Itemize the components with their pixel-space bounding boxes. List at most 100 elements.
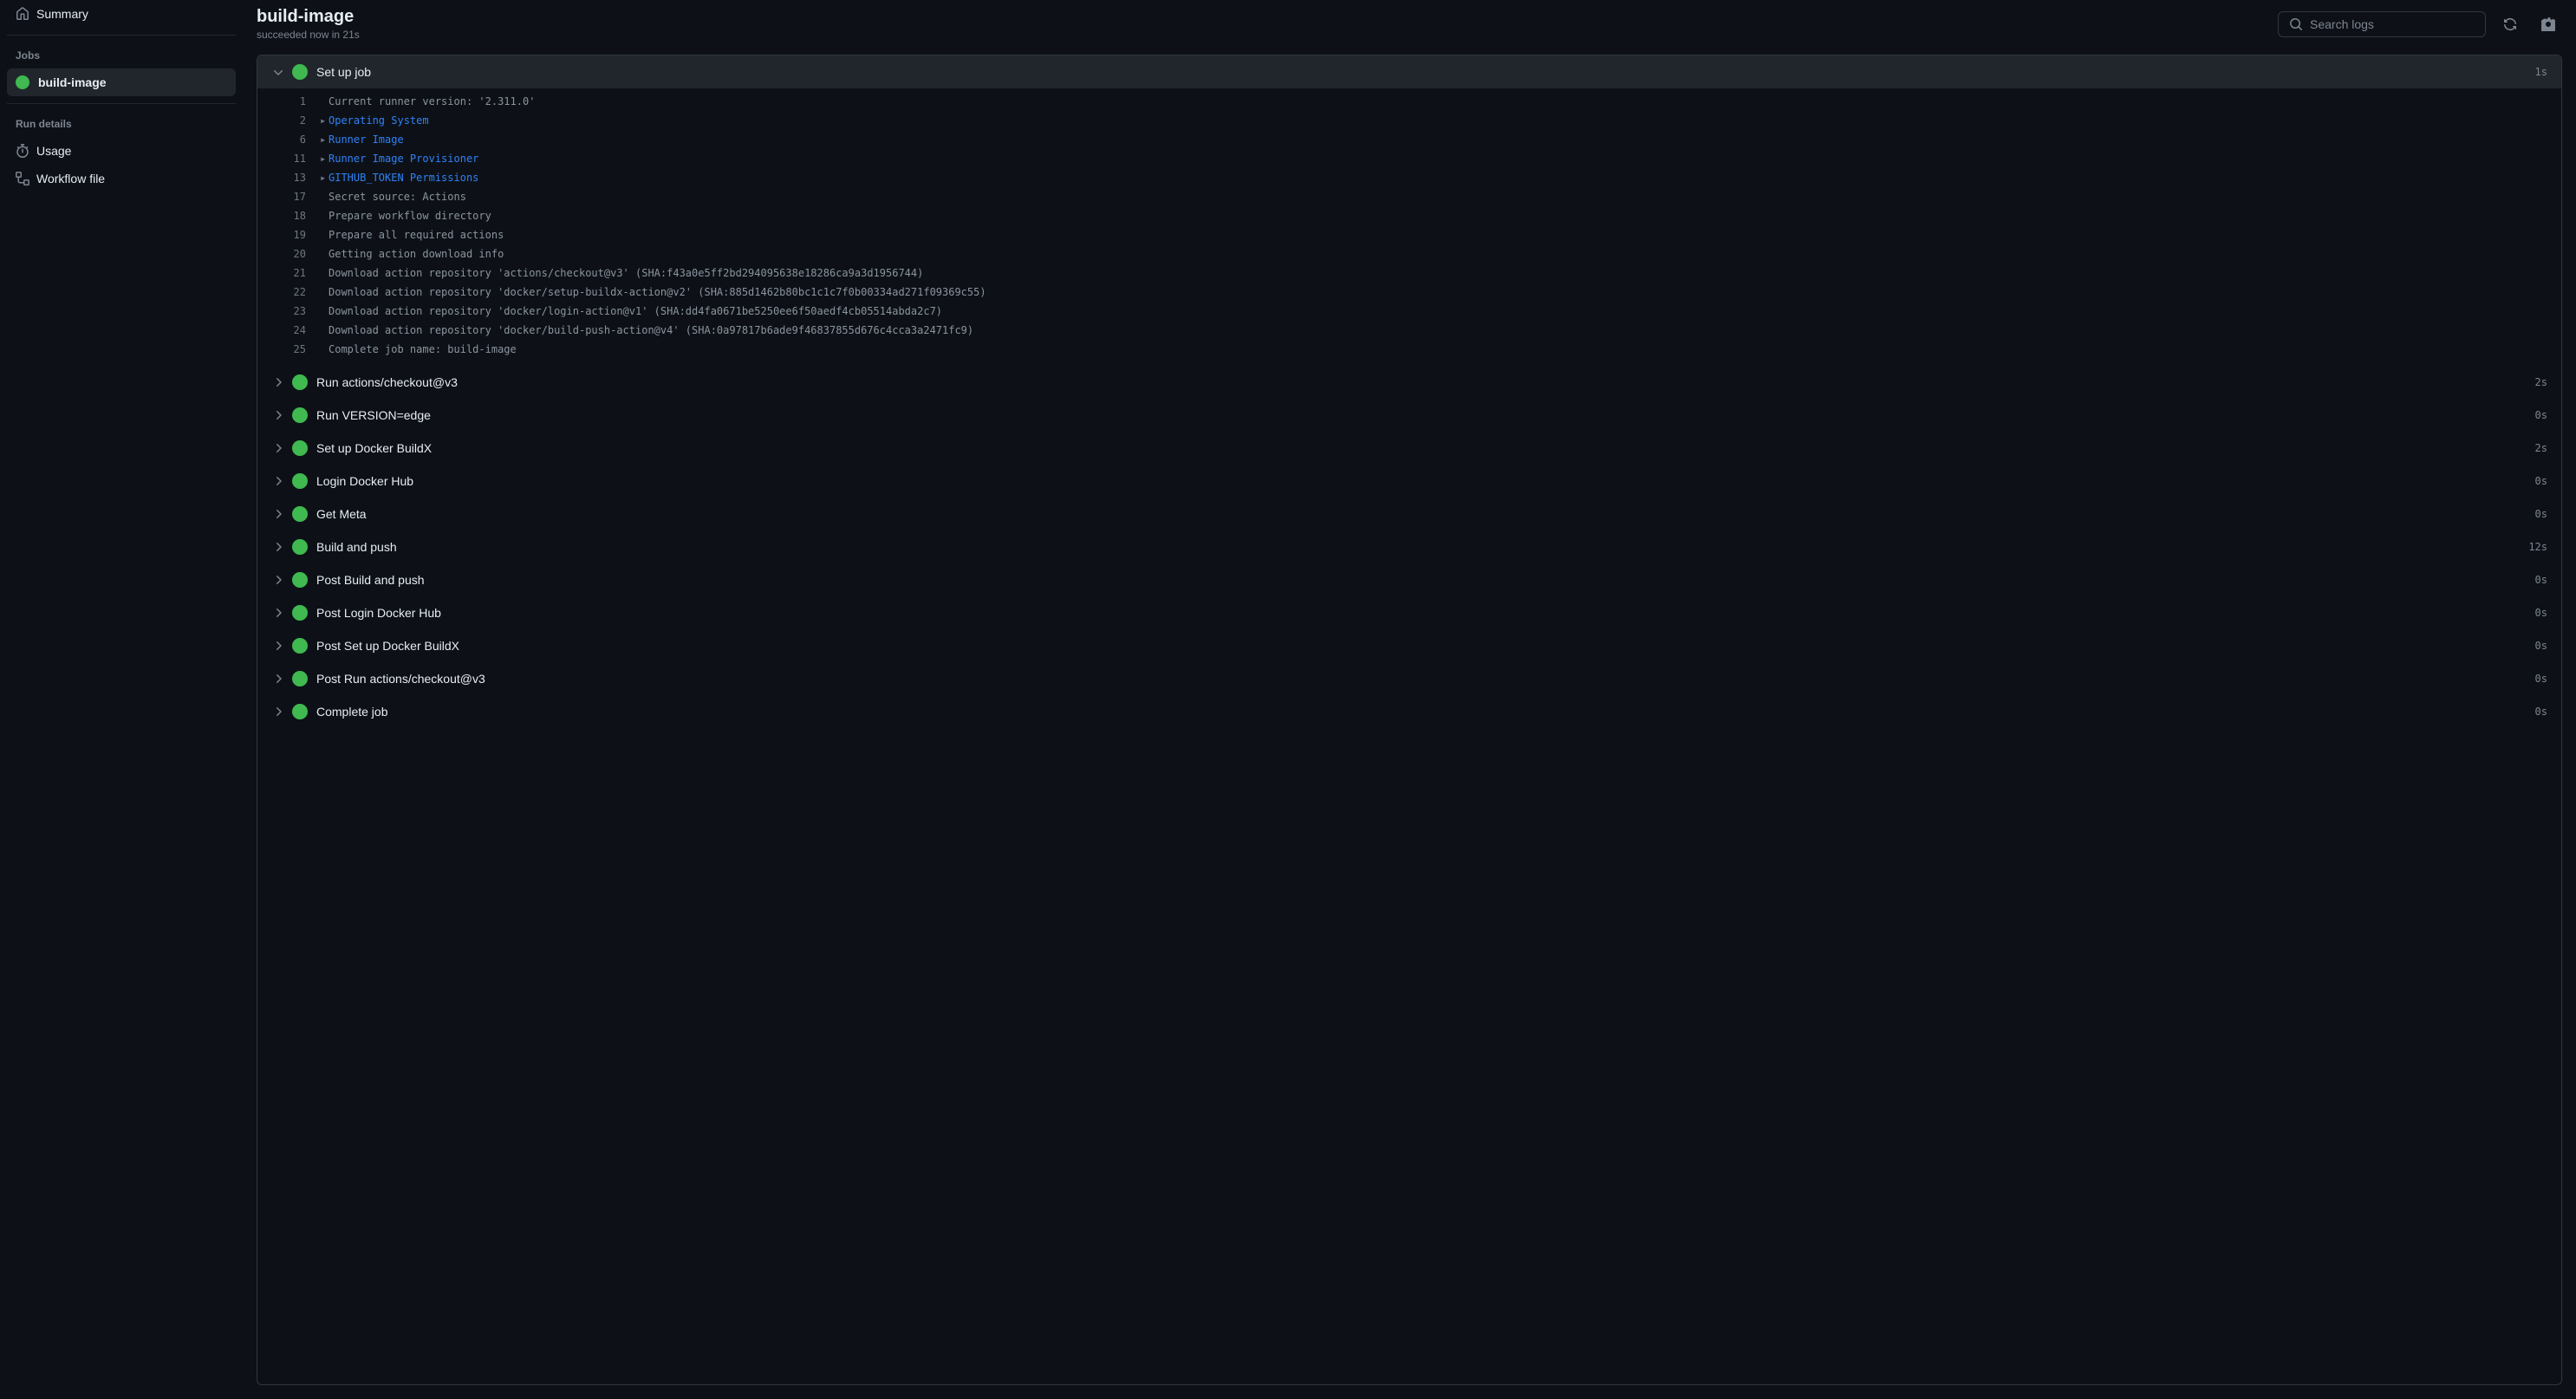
log-text: Download action repository 'docker/setup… xyxy=(329,283,986,301)
home-icon xyxy=(16,7,29,21)
step-post-build-and-push[interactable]: Post Build and push0s xyxy=(257,563,2561,596)
log-line[interactable]: 18 Prepare workflow directory xyxy=(257,206,2561,225)
check-circle-icon xyxy=(292,407,308,423)
step-name: Post Run actions/checkout@v3 xyxy=(316,672,2535,686)
step-set-up-job[interactable]: Set up job 1s xyxy=(257,55,2561,88)
log-caret xyxy=(320,207,329,224)
check-circle-icon xyxy=(16,75,29,89)
step-duration: 2s xyxy=(2535,376,2547,388)
log-line[interactable]: 2▸Operating System xyxy=(257,111,2561,130)
log-text: Complete job name: build-image xyxy=(329,341,517,358)
sidebar-job-build-image[interactable]: build-image xyxy=(7,68,236,96)
sidebar-item-summary[interactable]: Summary xyxy=(7,0,236,28)
log-caret[interactable]: ▸ xyxy=(320,112,329,129)
divider xyxy=(7,35,236,36)
chevron-right-icon xyxy=(271,606,285,620)
log-line[interactable]: 22Download action repository 'docker/set… xyxy=(257,283,2561,302)
log-caret xyxy=(320,245,329,263)
chevron-down-icon xyxy=(271,65,285,79)
step-login-docker-hub[interactable]: Login Docker Hub0s xyxy=(257,465,2561,498)
step-get-meta[interactable]: Get Meta0s xyxy=(257,498,2561,530)
line-number: 1 xyxy=(271,93,306,110)
check-circle-icon xyxy=(292,638,308,654)
check-circle-icon xyxy=(292,64,308,80)
header-right xyxy=(2278,10,2562,38)
step-post-set-up-docker-buildx[interactable]: Post Set up Docker BuildX0s xyxy=(257,629,2561,662)
check-circle-icon xyxy=(292,605,308,621)
check-circle-icon xyxy=(292,473,308,489)
check-circle-icon xyxy=(292,704,308,719)
workflow-file-label: Workflow file xyxy=(36,172,105,185)
log-line[interactable]: 13 ▸GITHUB_TOKEN Permissions xyxy=(257,168,2561,187)
check-circle-icon xyxy=(292,440,308,456)
step-duration: 0s xyxy=(2535,508,2547,520)
chevron-right-icon xyxy=(271,507,285,521)
step-name: Post Set up Docker BuildX xyxy=(316,639,2535,653)
log-caret xyxy=(320,188,329,205)
step-name: Get Meta xyxy=(316,507,2535,521)
log-line[interactable]: 17 Secret source: Actions xyxy=(257,187,2561,206)
chevron-right-icon xyxy=(271,573,285,587)
log-caret[interactable]: ▸ xyxy=(320,150,329,167)
log-text: Prepare workflow directory xyxy=(329,207,491,224)
step-post-run-actions-checkout-v3[interactable]: Post Run actions/checkout@v30s xyxy=(257,662,2561,695)
log-text: GITHUB_TOKEN Permissions xyxy=(329,169,478,186)
line-number: 13 xyxy=(271,169,306,186)
log-line[interactable]: 20Getting action download info xyxy=(257,244,2561,264)
log-line[interactable]: 1Current runner version: '2.311.0' xyxy=(257,92,2561,111)
step-set-up-docker-buildx[interactable]: Set up Docker BuildX2s xyxy=(257,432,2561,465)
log-line[interactable]: 25Complete job name: build-image xyxy=(257,340,2561,359)
log-caret xyxy=(320,341,329,358)
settings-button[interactable] xyxy=(2534,10,2562,38)
step-duration: 2s xyxy=(2535,442,2547,454)
step-name: Post Build and push xyxy=(316,573,2535,587)
log-text: Download action repository 'docker/build… xyxy=(329,322,973,339)
step-duration: 12s xyxy=(2528,541,2547,553)
log-line[interactable]: 6▸Runner Image xyxy=(257,130,2561,149)
log-text: Operating System xyxy=(329,112,429,129)
log-panel: Set up job 1s 1Current runner version: '… xyxy=(257,55,2562,1385)
step-complete-job[interactable]: Complete job0s xyxy=(257,695,2561,728)
step-run-actions-checkout-v3[interactable]: Run actions/checkout@v32s xyxy=(257,366,2561,399)
divider xyxy=(7,103,236,104)
main: build-image succeeded now in 21s Set up … xyxy=(243,0,2576,1399)
step-duration: 0s xyxy=(2535,706,2547,718)
search-input[interactable] xyxy=(2310,17,2475,31)
log-text: Runner Image xyxy=(329,131,404,148)
log-text: Secret source: Actions xyxy=(329,188,466,205)
line-number: 18 xyxy=(271,207,306,224)
gear-icon xyxy=(2541,17,2555,31)
step-post-login-docker-hub[interactable]: Post Login Docker Hub0s xyxy=(257,596,2561,629)
step-build-and-push[interactable]: Build and push12s xyxy=(257,530,2561,563)
line-number: 17 xyxy=(271,188,306,205)
step-name: Post Login Docker Hub xyxy=(316,606,2535,620)
log-caret xyxy=(320,226,329,244)
summary-label: Summary xyxy=(36,7,88,21)
log-lines: 1Current runner version: '2.311.0'2▸Oper… xyxy=(257,88,2561,366)
rerun-button[interactable] xyxy=(2496,10,2524,38)
log-caret[interactable]: ▸ xyxy=(320,131,329,148)
log-line[interactable]: 19Prepare all required actions xyxy=(257,225,2561,244)
sidebar: Summary Jobs build-image Run details Usa… xyxy=(0,0,243,1399)
check-circle-icon xyxy=(292,671,308,686)
sidebar-item-usage[interactable]: Usage xyxy=(7,137,236,165)
sync-icon xyxy=(2503,17,2517,31)
log-line[interactable]: 23Download action repository 'docker/log… xyxy=(257,302,2561,321)
log-line[interactable]: 21Download action repository 'actions/ch… xyxy=(257,264,2561,283)
step-duration: 0s xyxy=(2535,409,2547,421)
log-text: Prepare all required actions xyxy=(329,226,504,244)
log-caret xyxy=(320,283,329,301)
log-caret xyxy=(320,303,329,320)
log-line[interactable]: 11▸Runner Image Provisioner xyxy=(257,149,2561,168)
log-caret[interactable]: ▸ xyxy=(320,169,329,186)
search-box[interactable] xyxy=(2278,11,2486,37)
check-circle-icon xyxy=(292,506,308,522)
sidebar-item-workflow-file[interactable]: Workflow file xyxy=(7,165,236,192)
step-name: Run VERSION=edge xyxy=(316,408,2535,422)
step-name: Set up job xyxy=(316,65,2535,79)
page-subtitle: succeeded now in 21s xyxy=(257,29,360,41)
check-circle-icon xyxy=(292,572,308,588)
run-details-heading: Run details xyxy=(7,111,236,137)
step-run-version-edge[interactable]: Run VERSION=edge0s xyxy=(257,399,2561,432)
log-line[interactable]: 24Download action repository 'docker/bui… xyxy=(257,321,2561,340)
